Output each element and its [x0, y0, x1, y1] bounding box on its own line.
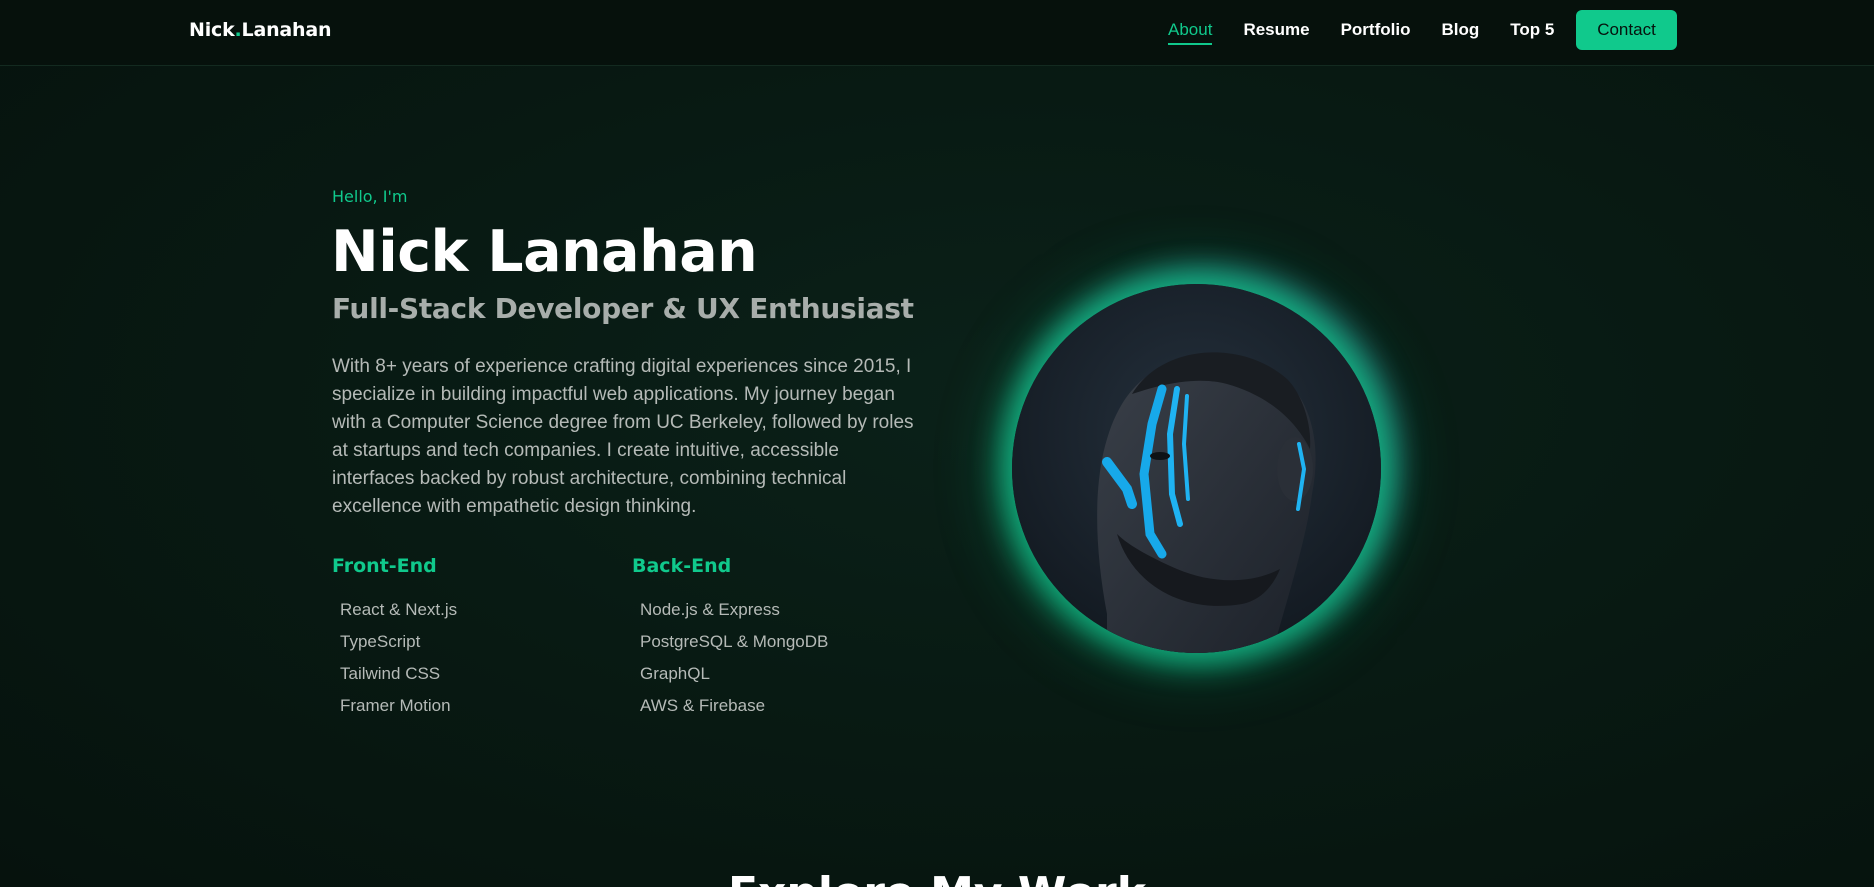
nav-link-about[interactable]: About	[1168, 20, 1213, 45]
nav-link-portfolio[interactable]: Portfolio	[1341, 20, 1411, 45]
skill-item: PostgreSQL & MongoDB	[640, 632, 829, 651]
logo-first: Nick	[189, 19, 235, 41]
nav-link-top5[interactable]: Top 5	[1510, 20, 1554, 45]
top-navbar: Nick.Lanahan About Resume Portfolio Blog…	[0, 0, 1874, 66]
skill-item: Node.js & Express	[640, 600, 780, 619]
frontend-skills: Front-End React & Next.js TypeScript Tai…	[332, 555, 457, 722]
backend-skills: Back-End Node.js & Express PostgreSQL & …	[632, 555, 828, 722]
backend-heading: Back-End	[632, 555, 732, 577]
skill-item: AWS & Firebase	[640, 696, 766, 715]
nav-link-resume[interactable]: Resume	[1243, 20, 1309, 45]
skill-item: Tailwind CSS	[340, 664, 441, 683]
nav-link-blog[interactable]: Blog	[1441, 20, 1479, 45]
site-logo[interactable]: Nick.Lanahan	[189, 19, 331, 41]
skill-item: Framer Motion	[340, 696, 451, 715]
profile-photo	[1012, 284, 1381, 653]
contact-button[interactable]: Contact	[1576, 10, 1677, 50]
next-section-title: Explore My Work	[0, 868, 1874, 887]
hero-greeting: Hello, I'm	[332, 187, 408, 206]
skill-item: React & Next.js	[340, 600, 458, 619]
skill-item: TypeScript	[340, 632, 421, 651]
skill-item: GraphQL	[640, 664, 710, 683]
backend-list: Node.js & Express PostgreSQL & MongoDB G…	[632, 594, 828, 722]
page: Nick.Lanahan About Resume Portfolio Blog…	[0, 0, 1874, 887]
logo-last: Lanahan	[241, 19, 332, 41]
logo-dot: .	[234, 19, 242, 41]
hero-bio: With 8+ years of experience crafting dig…	[332, 356, 914, 517]
hero-role: Full-Stack Developer & UX Enthusiast	[332, 292, 914, 325]
portrait-illustration	[1012, 284, 1381, 653]
hero-name: Nick Lanahan	[331, 219, 758, 285]
frontend-heading: Front-End	[332, 555, 437, 577]
frontend-list: React & Next.js TypeScript Tailwind CSS …	[332, 594, 457, 722]
nav-links: About Resume Portfolio Blog Top 5	[1168, 20, 1585, 45]
